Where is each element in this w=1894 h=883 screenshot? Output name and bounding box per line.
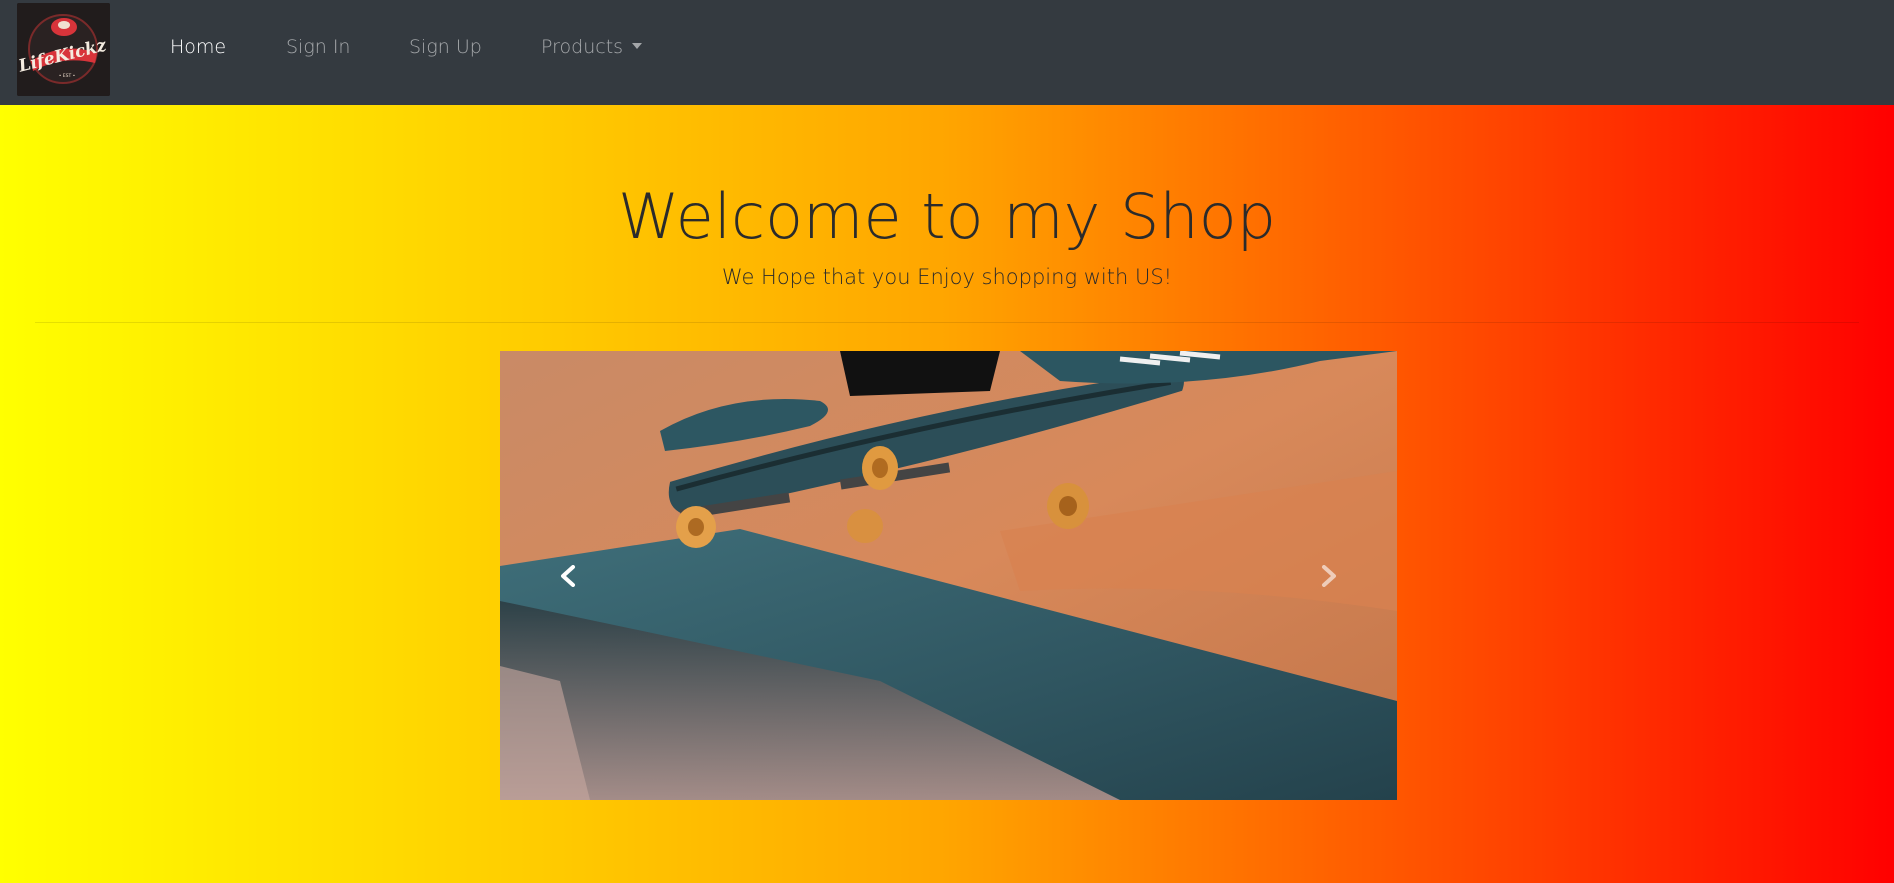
- nav-home[interactable]: Home: [170, 36, 226, 58]
- page-title: Welcome to my Shop: [618, 180, 1276, 253]
- lifekickz-logo-icon: LifeKickz • EST •: [17, 3, 110, 96]
- chevron-left-icon: [561, 565, 575, 587]
- divider: [35, 322, 1859, 323]
- brand-logo[interactable]: LifeKickz • EST •: [17, 3, 110, 96]
- carousel-next-button[interactable]: [1263, 351, 1397, 800]
- carousel-prev-button[interactable]: [500, 351, 634, 800]
- chevron-right-icon: [1322, 565, 1336, 587]
- image-carousel: [500, 351, 1397, 800]
- navbar: LifeKickz • EST • Home Sign In Sign Up P…: [0, 0, 1894, 105]
- nav-sign-in[interactable]: Sign In: [286, 36, 350, 58]
- hero-section: Welcome to my Shop We Hope that you Enjo…: [0, 105, 1894, 883]
- nav-sign-up[interactable]: Sign Up: [409, 36, 482, 58]
- nav-products-label: Products: [541, 36, 624, 58]
- nav-products-dropdown[interactable]: Products: [541, 36, 643, 58]
- svg-text:• EST •: • EST •: [59, 73, 76, 79]
- caret-down-icon: [632, 43, 643, 49]
- page-subtitle: We Hope that you Enjoy shopping with US!: [721, 265, 1173, 289]
